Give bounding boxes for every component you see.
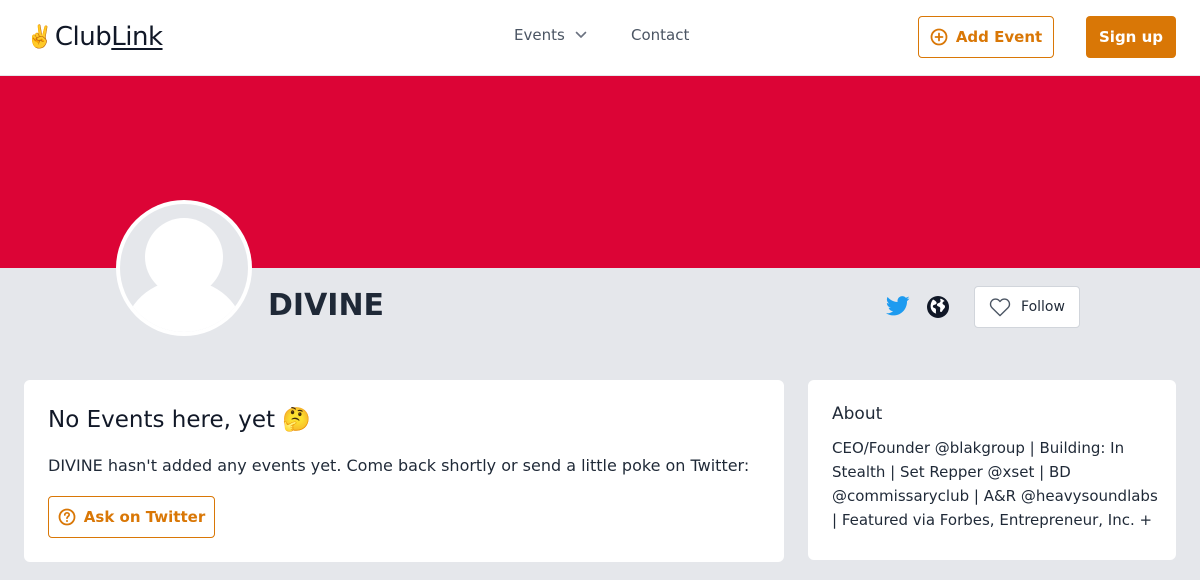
- ask-on-twitter-button[interactable]: Ask on Twitter: [48, 496, 215, 538]
- about-text: CEO/Founder @blakgroup | Building: In St…: [832, 439, 1158, 529]
- question-circle-icon: [58, 508, 76, 526]
- add-event-button[interactable]: Add Event: [918, 16, 1054, 58]
- plus-circle-icon: [930, 28, 948, 46]
- logo-text-link: Link: [111, 22, 163, 52]
- events-description: DIVINE hasn't added any events yet. Come…: [48, 456, 750, 475]
- events-title: No Events here, yet 🤔: [48, 407, 311, 433]
- peace-hand-icon: ✌️: [26, 24, 53, 50]
- nav-events-label: Events: [514, 26, 565, 44]
- sign-up-button[interactable]: Sign up: [1086, 16, 1176, 58]
- clublink-logo[interactable]: ✌️ Club Link: [26, 22, 163, 52]
- chevron-down-icon: [575, 31, 587, 38]
- logo-text-club: Club: [54, 22, 112, 52]
- avatar: [116, 200, 252, 336]
- globe-icon[interactable]: [926, 295, 950, 319]
- nav-contact-link[interactable]: Contact: [631, 26, 689, 44]
- add-event-label: Add Event: [955, 28, 1043, 46]
- heart-icon: [989, 298, 1011, 317]
- nav-events-dropdown[interactable]: Events: [514, 26, 587, 44]
- profile-name: DIVINE: [268, 288, 385, 323]
- about-title: About: [832, 404, 883, 424]
- ask-on-twitter-label: Ask on Twitter: [83, 508, 206, 526]
- twitter-icon[interactable]: [886, 295, 910, 317]
- follow-label: Follow: [1021, 299, 1065, 315]
- events-card: No Events here, yet 🤔 DIVINE hasn't adde…: [24, 380, 784, 562]
- top-header: ✌️ Club Link Events Contact Add Event Si…: [0, 0, 1200, 76]
- default-avatar-icon: [120, 204, 248, 332]
- about-card: About CEO/Founder @blakgroup | Building:…: [808, 380, 1176, 560]
- follow-button[interactable]: Follow: [974, 286, 1080, 328]
